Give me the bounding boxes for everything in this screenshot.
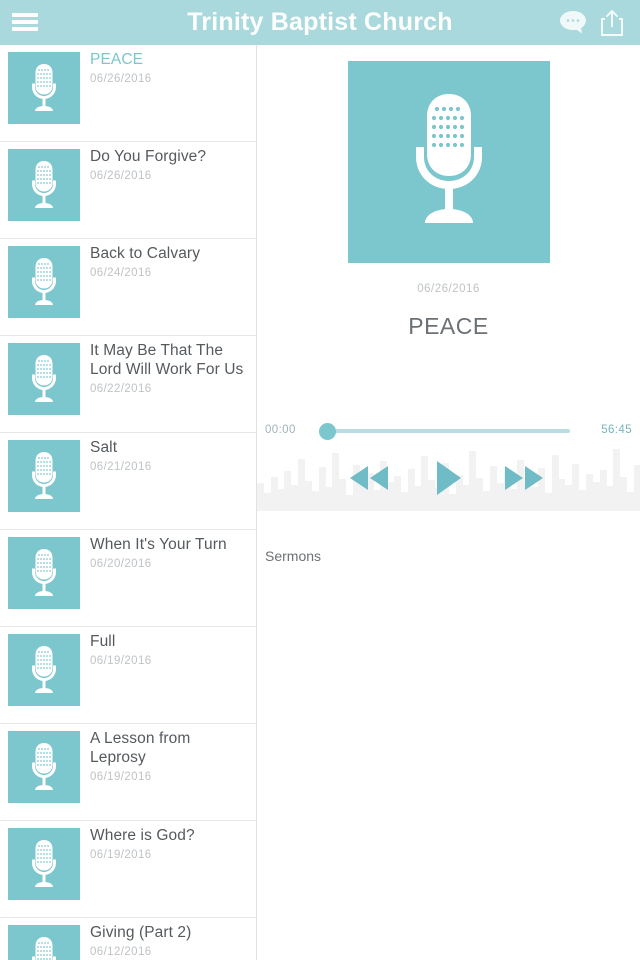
list-item-meta: Salt 06/21/2016: [90, 433, 256, 473]
app-root: Trinity Baptist Church PEACE 06/26/2016 Do…: [0, 0, 640, 960]
microphone-icon: [8, 634, 80, 706]
list-item[interactable]: Full 06/19/2016: [0, 627, 256, 724]
list-item-meta: Giving (Part 2) 06/12/2016: [90, 918, 256, 958]
microphone-icon: [8, 149, 80, 221]
list-item-meta: Do You Forgive? 06/26/2016: [90, 142, 256, 182]
list-item-date: 06/26/2016: [90, 170, 152, 182]
list-item-title: Full: [90, 633, 116, 650]
list-item-title: Do You Forgive?: [90, 148, 207, 165]
total-time: 56:45: [601, 424, 632, 436]
cover-art: [348, 61, 550, 263]
progress-track[interactable]: [325, 429, 570, 433]
microphone-icon: [8, 828, 80, 900]
list-item[interactable]: Giving (Part 2) 06/12/2016: [0, 918, 256, 960]
list-item-date: 06/21/2016: [90, 461, 152, 473]
list-item-date: 06/12/2016: [90, 946, 152, 958]
microphone-icon: [416, 94, 482, 223]
list-item-meta: It May Be That The Lord Will Work For Us…: [90, 336, 256, 395]
microphone-icon: [8, 537, 80, 609]
player-panel: 06/26/2016 PEACE 00:00 56:45 Sermons: [257, 45, 640, 960]
list-item-title: Where is God?: [90, 827, 195, 844]
list-item-date: 06/22/2016: [90, 383, 152, 395]
app-header: Trinity Baptist Church: [0, 0, 640, 45]
list-item-date: 06/24/2016: [90, 267, 152, 279]
microphone-icon: [8, 246, 80, 318]
list-item-meta: PEACE 06/26/2016: [90, 45, 256, 85]
list-item-meta: Back to Calvary 06/24/2016: [90, 239, 256, 279]
category-label: Sermons: [265, 548, 322, 564]
list-item-title: Back to Calvary: [90, 245, 201, 262]
list-item[interactable]: Salt 06/21/2016: [0, 433, 256, 530]
list-item[interactable]: Do You Forgive? 06/26/2016: [0, 142, 256, 239]
player-title: PEACE: [408, 313, 489, 339]
elapsed-time: 00:00: [265, 424, 296, 436]
list-item-title: A Lesson from Leprosy: [90, 730, 191, 766]
list-item-meta: Where is God? 06/19/2016: [90, 821, 256, 861]
play-icon[interactable]: [435, 461, 463, 500]
player-date: 06/26/2016: [417, 283, 480, 295]
list-item-meta: Full 06/19/2016: [90, 627, 256, 667]
list-item[interactable]: Where is God? 06/19/2016: [0, 821, 256, 918]
list-item-meta: When It's Your Turn 06/20/2016: [90, 530, 256, 570]
microphone-icon: [8, 731, 80, 803]
list-item-title: PEACE: [90, 51, 144, 68]
page-title: Trinity Baptist Church: [187, 8, 453, 36]
sidebar-scrollbar-track[interactable]: [248, 45, 503, 960]
list-item-title: Salt: [90, 439, 118, 456]
microphone-icon: [8, 925, 80, 960]
list-item-date: 06/19/2016: [90, 849, 152, 861]
sermon-list[interactable]: PEACE 06/26/2016 Do You Forgive? 06/26/2016…: [0, 45, 256, 960]
list-item-title: When It's Your Turn: [90, 536, 227, 553]
list-item-title: It May Be That The Lord Will Work For Us: [90, 342, 244, 378]
list-item-date: 06/20/2016: [90, 558, 152, 570]
list-item-date: 06/19/2016: [90, 771, 152, 783]
progress-thumb[interactable]: [319, 423, 336, 440]
list-item[interactable]: When It's Your Turn 06/20/2016: [0, 530, 256, 627]
list-item-meta: A Lesson from Leprosy 06/19/2016: [90, 724, 256, 783]
list-item[interactable]: A Lesson from Leprosy 06/19/2016: [0, 724, 256, 821]
share-export-icon[interactable]: [598, 8, 626, 38]
list-item[interactable]: PEACE 06/26/2016: [0, 45, 256, 142]
microphone-icon: [8, 343, 80, 415]
rewind-icon[interactable]: [347, 466, 391, 495]
microphone-icon: [8, 440, 80, 512]
list-item[interactable]: It May Be That The Lord Will Work For Us…: [0, 336, 256, 433]
list-item-date: 06/26/2016: [90, 73, 152, 85]
list-item-title: Giving (Part 2): [90, 924, 192, 941]
list-item-date: 06/19/2016: [90, 655, 152, 667]
microphone-icon: [8, 52, 80, 124]
list-item[interactable]: Back to Calvary 06/24/2016: [0, 239, 256, 336]
transport-controls: [257, 443, 640, 511]
fast-forward-icon[interactable]: [502, 466, 546, 495]
comment-bubble-icon[interactable]: [558, 8, 588, 36]
